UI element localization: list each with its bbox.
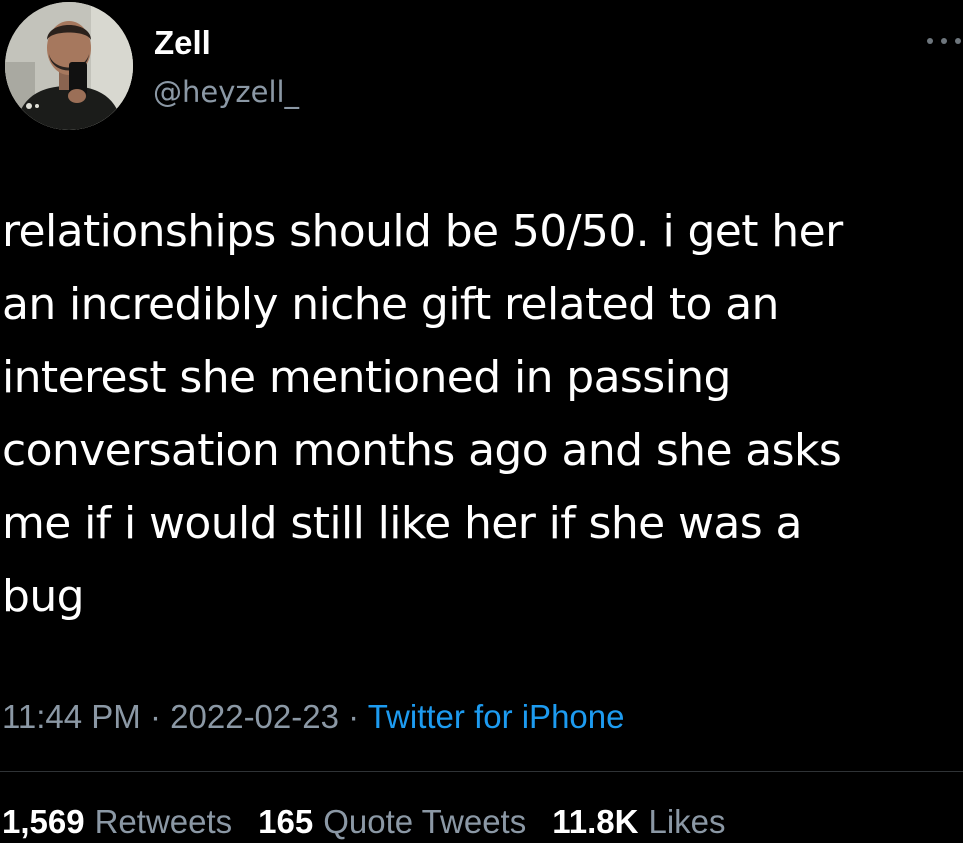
tweet-meta: 11:44 PM · 2022-02-23 · Twitter for iPho… (2, 697, 624, 737)
quote-tweets-count: 165 (258, 803, 314, 840)
avatar[interactable] (5, 2, 133, 130)
retweets-count: 1,569 (2, 803, 85, 840)
quote-tweets-label: Quote Tweets (323, 803, 527, 840)
meta-separator: · (149, 698, 171, 735)
likes-stat[interactable]: 11.8K Likes (552, 802, 725, 842)
dot-icon (927, 38, 933, 44)
tweet-source-link[interactable]: Twitter for iPhone (368, 698, 625, 735)
divider (0, 771, 963, 772)
author-display-name[interactable]: Zell (154, 26, 211, 59)
tweet-time[interactable]: 11:44 PM (2, 698, 141, 735)
retweets-label: Retweets (94, 803, 233, 840)
likes-count: 11.8K (552, 803, 639, 840)
dot-icon (941, 38, 947, 44)
author-handle[interactable]: @heyzell_ (153, 78, 299, 107)
profile-photo-icon (5, 2, 133, 130)
tweet-text: relationships should be 50/50. i get her… (2, 206, 843, 622)
dot-icon (955, 38, 961, 44)
likes-label: Likes (648, 803, 726, 840)
more-options-icon[interactable] (927, 34, 961, 48)
tweet-date[interactable]: 2022-02-23 (170, 698, 339, 735)
tweet-stats: 1,569 Retweets 165 Quote Tweets 11.8K Likes (2, 802, 752, 842)
retweets-stat[interactable]: 1,569 Retweets (2, 802, 232, 842)
quote-tweets-stat[interactable]: 165 Quote Tweets (258, 802, 526, 842)
meta-separator: · (348, 698, 368, 735)
